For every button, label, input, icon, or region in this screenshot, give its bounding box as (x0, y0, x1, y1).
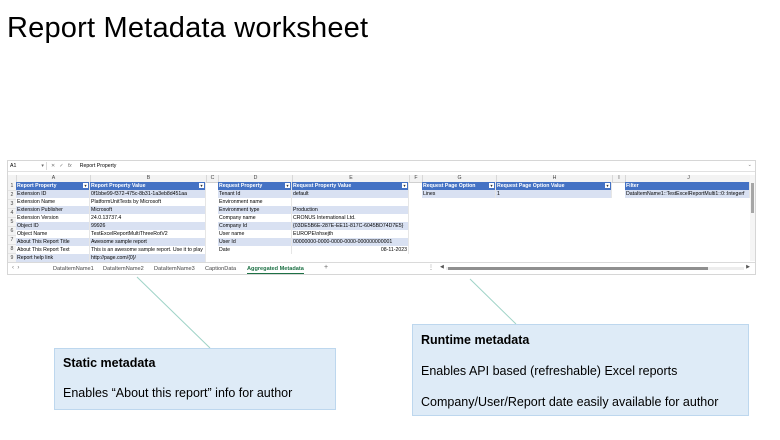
static-metadata-callout: Static metadata Enables “About this repo… (54, 348, 336, 410)
callout-body: Enables API based (refreshable) Excel re… (421, 364, 678, 378)
callout-body: Company/User/Report date easily availabl… (421, 395, 719, 409)
callout-body: Enables “About this report” info for aut… (63, 386, 293, 400)
runtime-metadata-callout: Runtime metadata Enables API based (refr… (412, 324, 749, 416)
callout-title: Runtime metadata (421, 333, 530, 347)
callout-title: Static metadata (63, 356, 156, 370)
static-callout-line (136, 276, 211, 349)
runtime-callout-line (469, 278, 517, 325)
